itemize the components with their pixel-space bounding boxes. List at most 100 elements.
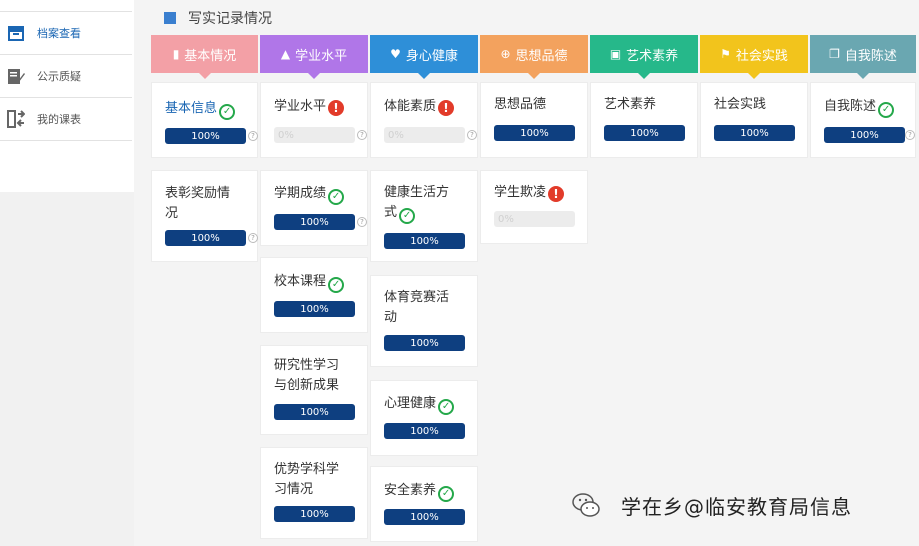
card-title: 社会实践 — [714, 97, 767, 112]
progress-bar: 100% — [494, 125, 575, 141]
progress-bar: 100% — [274, 301, 355, 317]
tab-social[interactable]: ⚑ 社会实践 — [700, 35, 808, 79]
card-moral[interactable]: 思想品德 100% — [480, 82, 588, 158]
sidebar-item-publicity[interactable]: 公示质疑 — [0, 55, 132, 98]
card-semester-grades[interactable]: 学期成绩 ✓ 100% ? — [260, 170, 368, 246]
check-icon: ✓ — [328, 277, 345, 293]
plus-circle-icon: ⊕ — [500, 47, 511, 61]
help-icon[interactable]: ? — [248, 233, 258, 243]
progress-bar: 100% — [604, 125, 685, 141]
card-self-statement[interactable]: 自我陈述 ✓ 100% ? — [810, 82, 916, 158]
card-title: 体能素质! — [384, 97, 455, 117]
section-marker-icon — [164, 12, 178, 26]
progress-bar: 0% — [494, 211, 575, 227]
card-title: 健康生活方式 ✓ — [384, 183, 449, 224]
flag-icon: ⚑ — [720, 47, 731, 61]
edit-icon — [5, 65, 27, 87]
wechat-icon — [571, 490, 601, 520]
card-fitness[interactable]: 体能素质! 0% ? — [370, 82, 478, 158]
help-icon[interactable]: ? — [248, 131, 258, 141]
tab-health[interactable]: ♥ 身心健康 — [370, 35, 478, 79]
progress-bar: 100% — [165, 128, 246, 144]
help-icon[interactable]: ? — [357, 130, 367, 140]
section-title: 写实记录情况 — [188, 11, 272, 27]
watermark-text: 学在乡@临安教育局信息 — [621, 494, 852, 519]
watermark: 学在乡@临安教育局信息 — [571, 490, 852, 520]
card-art[interactable]: 艺术素养 100% — [590, 82, 698, 158]
check-icon: ✓ — [438, 486, 455, 502]
progress-bar: 100% — [274, 404, 355, 420]
sidebar-item-label: 档案查看 — [37, 27, 81, 40]
archive-icon — [5, 22, 27, 44]
copy-icon: ❐ — [829, 47, 840, 61]
card-bullying[interactable]: 学生欺凌! 0% — [480, 170, 588, 244]
card-title: 学生欺凌! — [494, 183, 565, 203]
card-title: 体育竞赛活动 — [384, 290, 450, 325]
card-title: 研究性学习 与创新成果 — [274, 358, 340, 393]
card-healthy-life[interactable]: 健康生活方式 ✓ 100% — [370, 170, 478, 262]
card-strong-subjects[interactable]: 优势学科学 习情况 100% — [260, 447, 368, 539]
progress-bar: 100% — [274, 506, 355, 522]
sidebar-item-schedule[interactable]: 我的课表 — [0, 98, 132, 141]
tab-label: 思想品德 — [515, 48, 568, 64]
help-icon[interactable]: ? — [357, 217, 367, 227]
sidebar-background — [0, 192, 134, 546]
check-icon: ✓ — [328, 189, 345, 205]
progress-bar: 0% — [384, 127, 465, 143]
card-title: 思想品德 — [494, 97, 547, 112]
check-icon: ✓ — [438, 399, 455, 415]
help-icon[interactable]: ? — [905, 130, 915, 140]
check-icon: ✓ — [878, 102, 895, 118]
heart-icon: ♥ — [390, 47, 401, 61]
card-research[interactable]: 研究性学习 与创新成果 100% — [260, 345, 368, 435]
progress-bar: 100% — [384, 509, 465, 525]
warning-icon: ! — [438, 100, 455, 116]
tab-self[interactable]: ❐ 自我陈述 — [810, 35, 916, 79]
sidebar: 档案查看 公示质疑 我的课表 — [0, 0, 134, 192]
card-title: 心理健康 ✓ — [384, 394, 455, 415]
tab-label: 艺术素养 — [626, 48, 679, 64]
card-title: 表彰奖励情况 — [165, 186, 231, 221]
card-social[interactable]: 社会实践 100% — [700, 82, 808, 158]
tab-label: 学业水平 — [295, 48, 348, 64]
card-title: 学业水平! — [274, 97, 345, 117]
schedule-icon — [5, 108, 27, 130]
card-title: 基本信息 ✓ — [165, 99, 236, 120]
tab-art[interactable]: ▣ 艺术素养 — [590, 35, 698, 79]
card-school-courses[interactable]: 校本课程 ✓ 100% — [260, 257, 368, 333]
tab-moral[interactable]: ⊕ 思想品德 — [480, 35, 588, 79]
progress-bar: 100% — [824, 127, 905, 143]
card-safety[interactable]: 安全素养 ✓ 100% — [370, 466, 478, 542]
card-title: 优势学科学 习情况 — [274, 462, 340, 497]
tab-basic[interactable]: ▮ 基本情况 — [151, 35, 258, 79]
card-title: 校本课程 ✓ — [274, 272, 345, 293]
warning-icon: ! — [548, 186, 565, 202]
card-title: 自我陈述 ✓ — [824, 97, 895, 118]
sidebar-item-archive[interactable]: 档案查看 — [0, 12, 132, 55]
help-icon[interactable]: ? — [467, 130, 477, 140]
tab-academic[interactable]: ▲ 学业水平 — [260, 35, 368, 79]
progress-bar: 0% — [274, 127, 355, 143]
progress-bar: 100% — [384, 233, 465, 249]
warning-icon: ! — [328, 100, 345, 116]
card-mental-health[interactable]: 心理健康 ✓ 100% — [370, 380, 478, 456]
tab-label: 基本情况 — [184, 48, 237, 64]
tab-label: 自我陈述 — [844, 48, 897, 64]
card-title: 学期成绩 ✓ — [274, 184, 345, 205]
check-icon: ✓ — [399, 208, 416, 224]
card-title: 安全素养 ✓ — [384, 481, 455, 502]
sidebar-item-label: 公示质疑 — [37, 70, 81, 83]
picture-icon: ▣ — [609, 47, 622, 61]
section-header: 写实记录情况 — [164, 8, 272, 28]
progress-bar: 100% — [384, 335, 465, 351]
tab-label: 社会实践 — [735, 48, 788, 64]
progress-bar: 100% — [384, 423, 465, 439]
card-sports[interactable]: 体育竞赛活动 100% — [370, 275, 478, 367]
card-academic-level[interactable]: 学业水平! 0% ? — [260, 82, 368, 158]
card-basic-info[interactable]: 基本信息 ✓ 100% ? — [151, 82, 258, 158]
card-honors[interactable]: 表彰奖励情况 100% ? — [151, 170, 258, 262]
progress-bar: 100% — [165, 230, 246, 246]
check-icon: ✓ — [219, 104, 236, 120]
card-title: 艺术素养 — [604, 97, 657, 112]
tab-label: 身心健康 — [405, 48, 458, 64]
